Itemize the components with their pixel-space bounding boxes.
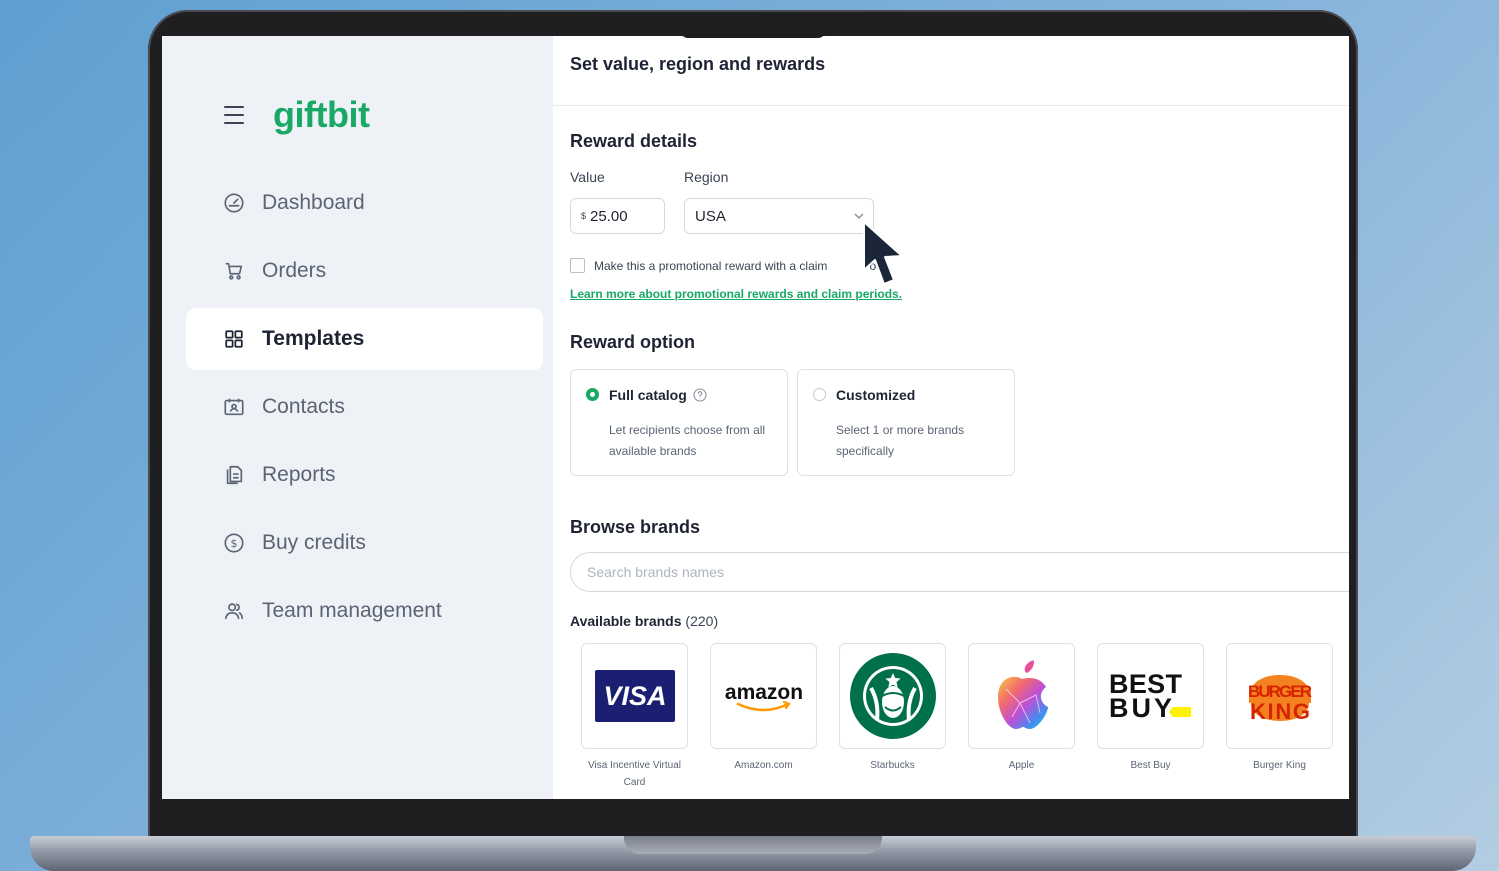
- hamburger-menu-icon[interactable]: [224, 106, 244, 124]
- region-value: USA: [695, 207, 726, 225]
- laptop-base-notch: [624, 836, 882, 854]
- brand-card-apple[interactable]: Apple: [968, 643, 1075, 774]
- sidebar-item-label: Team management: [262, 599, 442, 622]
- sidebar-item-buy-credits[interactable]: $ Buy credits: [186, 512, 543, 574]
- currency-symbol: $: [581, 211, 587, 221]
- visa-logo-icon: VISA: [594, 670, 675, 722]
- option-title-wrap: Full catalog: [609, 387, 707, 403]
- region-select[interactable]: USA: [684, 198, 874, 234]
- browse-brands-heading: Browse brands: [570, 517, 701, 537]
- brand-search-input[interactable]: Search brands names: [570, 552, 1349, 592]
- full-catalog-radio[interactable]: [586, 388, 599, 401]
- promo-checkbox[interactable]: [570, 258, 585, 273]
- value-input[interactable]: $ 25.00: [570, 198, 665, 234]
- brand-card-amazon[interactable]: amazon Amazon.com: [710, 643, 817, 774]
- svg-text:VISA: VISA: [603, 681, 666, 711]
- sidebar-item-label: Buy credits: [262, 531, 366, 554]
- customized-title: Customized: [836, 387, 916, 403]
- camera-notch: [680, 30, 826, 38]
- sidebar-item-reports[interactable]: Reports: [186, 444, 543, 506]
- sidebar-item-label: Dashboard: [262, 191, 365, 214]
- sidebar-item-label: Templates: [262, 327, 365, 350]
- page-title: Set value, region and rewards: [570, 54, 826, 74]
- full-catalog-title: Full catalog: [609, 387, 687, 403]
- dollar-circle-icon: $: [222, 531, 246, 555]
- sidebar-item-label: Reports: [262, 463, 336, 486]
- best-buy-logo-icon: BEST BUY: [1109, 669, 1191, 723]
- customized-desc: Select 1 or more brands specifically: [836, 423, 965, 458]
- sidebar-item-label: Orders: [262, 259, 327, 282]
- help-icon[interactable]: [693, 388, 707, 402]
- grid-icon: [222, 327, 246, 351]
- brand-card-burger-king[interactable]: BURGER KING Burger King: [1226, 643, 1333, 774]
- brand-logo-box: BEST BUY: [1097, 643, 1204, 749]
- brand-logo-box: [968, 643, 1075, 749]
- title-divider: [553, 105, 1349, 106]
- brand-logo-box: [839, 643, 946, 749]
- best-buy-logo-text-2: BUY: [1109, 693, 1172, 723]
- brand-name: Starbucks: [870, 760, 915, 771]
- brand-name: Burger King: [1253, 760, 1306, 771]
- document-icon: [222, 463, 246, 487]
- customized-radio[interactable]: [813, 388, 826, 401]
- brand-name: Best Buy: [1130, 760, 1171, 771]
- sidebar-item-team-management[interactable]: Team management: [186, 580, 543, 642]
- contact-card-icon: [222, 395, 246, 419]
- team-icon: [222, 599, 246, 623]
- amazon-logo-icon: amazon: [724, 681, 803, 712]
- app-screen: giftbit Dashboard Orders Templates Conta…: [162, 36, 1349, 799]
- search-placeholder: Search brands names: [587, 564, 724, 580]
- cart-icon: [222, 259, 246, 283]
- reward-option-heading: Reward option: [570, 332, 695, 352]
- svg-text:$: $: [231, 537, 238, 550]
- sidebar-item-orders[interactable]: Orders: [186, 240, 543, 302]
- sidebar: giftbit Dashboard Orders Templates Conta…: [162, 36, 553, 799]
- promo-checkbox-label: Make this a promotional reward with a cl…: [594, 258, 828, 273]
- brand-logo-box: BURGER KING: [1226, 643, 1333, 749]
- sidebar-item-contacts[interactable]: Contacts: [186, 376, 543, 438]
- gauge-icon: [222, 191, 246, 215]
- brand-name: Amazon.com: [734, 760, 793, 771]
- full-catalog-desc: Let recipients choose from all available…: [609, 423, 766, 458]
- region-label: Region: [684, 169, 729, 185]
- burger-king-logo-icon: BURGER KING: [1248, 675, 1312, 724]
- value-label: Value: [570, 169, 605, 185]
- brand-name: Apple: [1008, 760, 1035, 771]
- customized-option[interactable]: Customized Select 1 or more brands speci…: [797, 369, 1015, 476]
- brand-logo-box: amazon: [710, 643, 817, 749]
- available-brands-text: Available brands: [570, 613, 682, 629]
- full-catalog-option[interactable]: Full catalog Let recipients choose from …: [570, 369, 788, 476]
- brand-card-starbucks[interactable]: Starbucks: [839, 643, 946, 774]
- apple-logo-icon: [997, 660, 1048, 729]
- brand-name: Visa Incentive Virtual Card: [587, 760, 682, 788]
- available-brands-label: Available brands (220): [570, 613, 718, 629]
- value-text: 25.00: [590, 207, 628, 225]
- brand-card-best-buy[interactable]: BEST BUY Best Buy: [1097, 643, 1204, 774]
- reward-details-heading: Reward details: [570, 131, 698, 151]
- brand-logo-box: VISA: [581, 643, 688, 749]
- starbucks-logo-icon: [849, 653, 936, 739]
- main-content: Set value, region and rewards Reward det…: [553, 36, 1349, 799]
- giftbit-logo: giftbit: [273, 94, 370, 135]
- promo-checkbox-row: Make this a promotional reward with a cl…: [570, 258, 883, 273]
- sidebar-item-label: Contacts: [262, 395, 345, 418]
- svg-text:amazon: amazon: [724, 681, 802, 704]
- sidebar-item-dashboard[interactable]: Dashboard: [186, 172, 543, 234]
- mouse-cursor-icon: [863, 221, 903, 285]
- available-brands-count: (220): [685, 613, 719, 629]
- sidebar-item-templates[interactable]: Templates: [186, 308, 543, 370]
- learn-more-link[interactable]: Learn more about promotional rewards and…: [570, 287, 902, 301]
- brand-card-visa[interactable]: VISA Visa Incentive Virtual Card: [581, 643, 688, 791]
- bk-text-2: KING: [1250, 699, 1310, 724]
